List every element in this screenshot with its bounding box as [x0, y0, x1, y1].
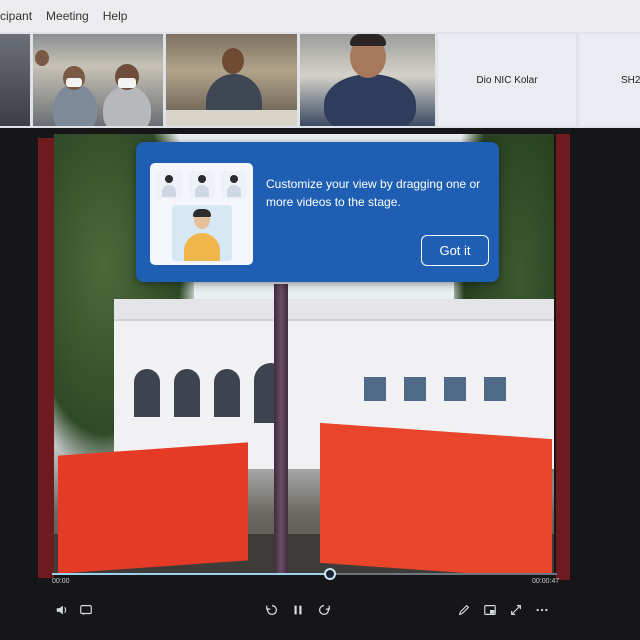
pole	[274, 284, 288, 574]
menu-bar: cipant Meeting Help	[0, 0, 640, 32]
progress-knob[interactable]	[323, 568, 336, 580]
forward-icon[interactable]	[316, 602, 332, 618]
red-barrier	[320, 422, 552, 574]
stage-edge	[556, 134, 570, 580]
participant-strip: Dio NIC Kolar SH2(	[0, 32, 640, 128]
stage-illustration-icon	[150, 163, 253, 265]
stage-edge	[38, 138, 54, 578]
fullscreen-icon[interactable]	[508, 602, 524, 618]
time-elapsed: 00:00	[52, 578, 70, 585]
menu-meeting[interactable]: Meeting	[46, 9, 89, 23]
participant-video-tile[interactable]	[300, 34, 435, 126]
pen-icon[interactable]	[456, 602, 472, 618]
popup-message: Customize your view by dragging one or m…	[266, 177, 481, 209]
more-options-icon[interactable]	[534, 602, 550, 618]
progress-fill	[52, 573, 330, 575]
participant-video-tile[interactable]	[33, 34, 163, 126]
participant-video-tile[interactable]	[0, 34, 30, 126]
menu-participant[interactable]: cipant	[0, 9, 32, 23]
rewind-icon[interactable]	[264, 602, 280, 618]
menu-help[interactable]: Help	[103, 9, 128, 23]
participant-name: Dio NIC Kolar	[476, 74, 538, 86]
time-total: 00:00:47	[532, 578, 560, 585]
participant-name-tile[interactable]: Dio NIC Kolar	[438, 34, 576, 126]
participant-name: SH2(	[621, 74, 640, 86]
red-barrier	[58, 442, 248, 574]
got-it-button[interactable]: Got it	[421, 235, 489, 266]
captions-icon[interactable]	[78, 602, 94, 618]
mini-player-icon[interactable]	[482, 602, 498, 618]
pause-icon[interactable]	[290, 602, 306, 618]
participant-name-tile[interactable]: SH2(	[579, 34, 640, 126]
volume-icon[interactable]	[54, 602, 70, 618]
participant-video-tile[interactable]	[166, 34, 297, 126]
customize-view-popup: Customize your view by dragging one or m…	[136, 142, 499, 282]
